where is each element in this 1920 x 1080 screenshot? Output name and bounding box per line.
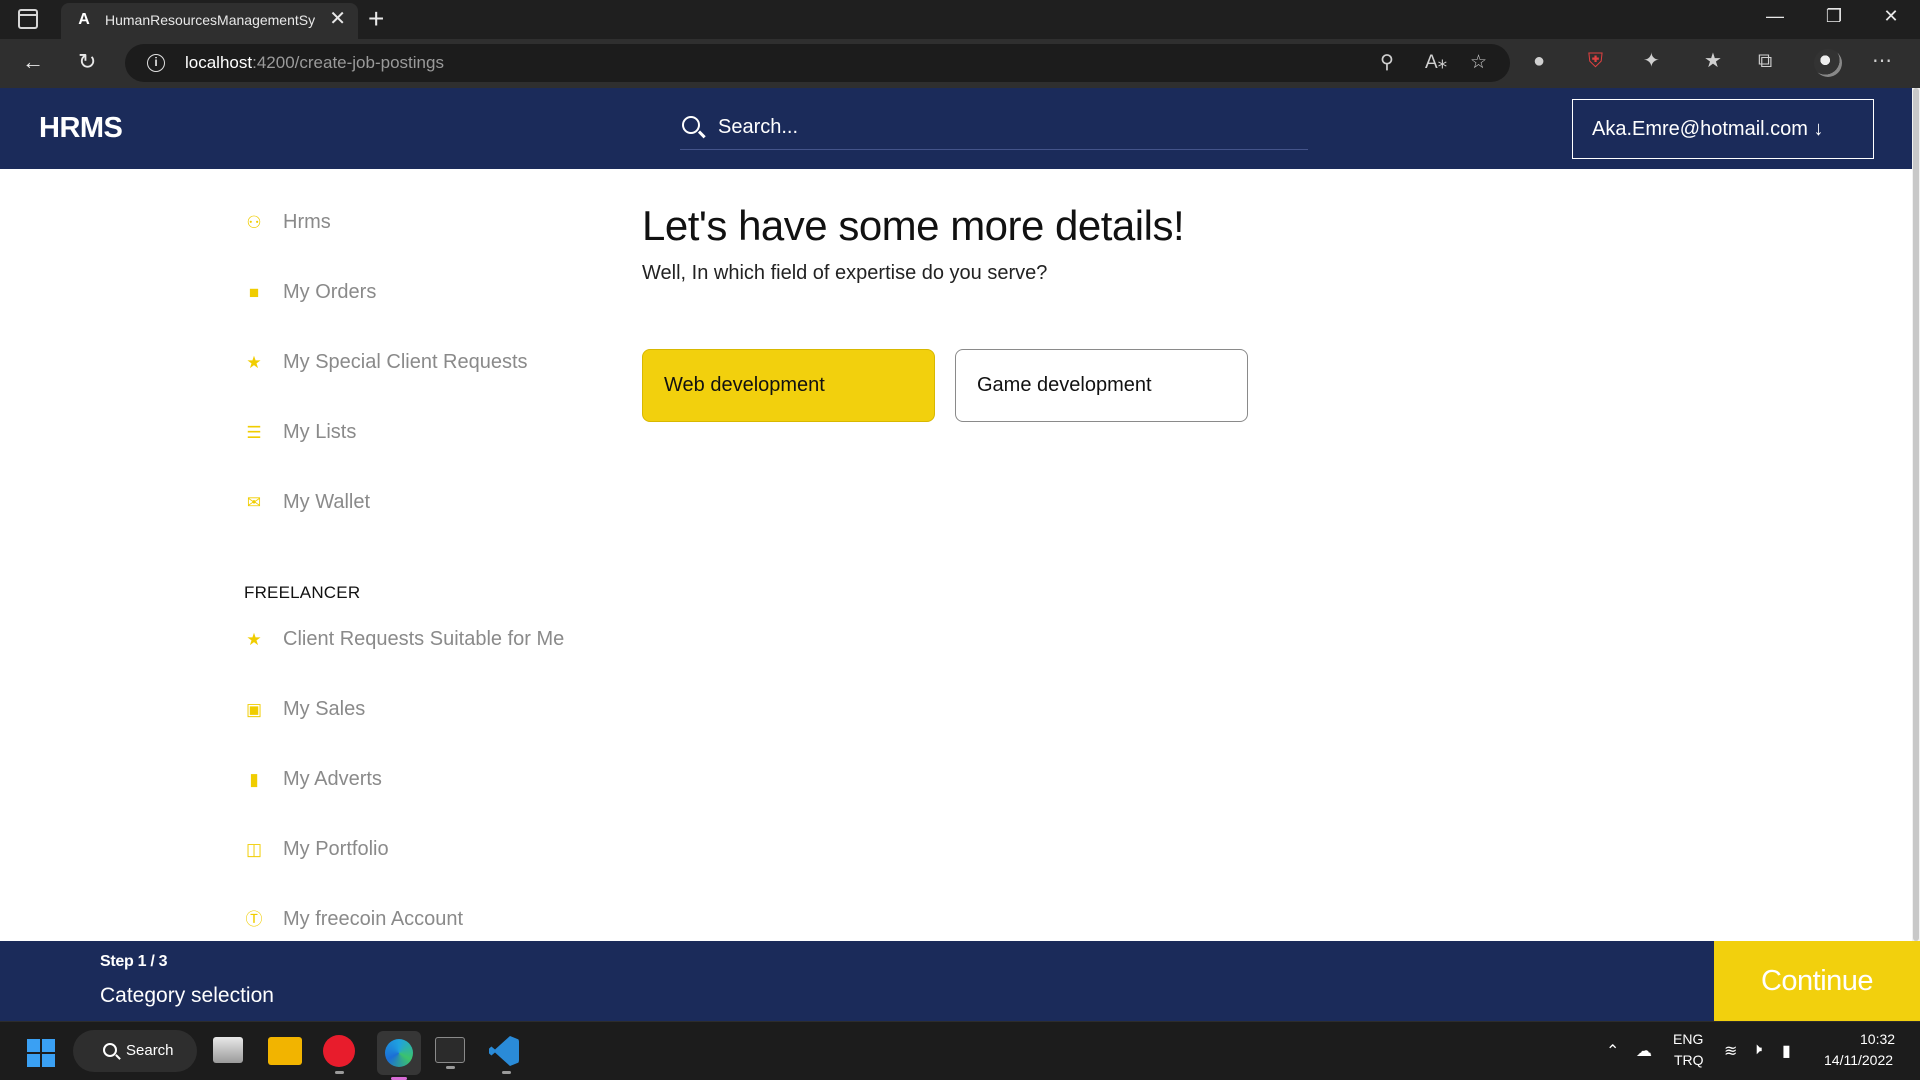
profile-icon[interactable] bbox=[1814, 49, 1842, 77]
shield-extension-icon[interactable]: ⛨ bbox=[1588, 49, 1603, 73]
user-menu-button[interactable]: Aka.Emre@hotmail.com ↓ bbox=[1572, 99, 1874, 159]
chevron-up-icon[interactable]: ⌃ bbox=[1606, 1041, 1619, 1061]
taskbar-search[interactable]: Search bbox=[73, 1030, 197, 1072]
media-player-icon[interactable] bbox=[323, 1035, 355, 1074]
search-box bbox=[680, 114, 1308, 150]
option-web-development[interactable]: Web development bbox=[642, 349, 935, 422]
page-scrollbar[interactable] bbox=[1912, 88, 1920, 941]
minimize-icon[interactable]: — bbox=[1752, 6, 1798, 27]
sidebar-item-label: My Special Client Requests bbox=[283, 351, 528, 373]
angular-favicon-icon: A bbox=[78, 11, 90, 28]
refresh-icon[interactable]: ↻ bbox=[78, 49, 96, 75]
browser-tab-bar: A HumanResourcesManagementSy ✕ + — ❐ ✕ bbox=[0, 0, 1920, 39]
keyboard-layout[interactable]: TRQ bbox=[1674, 1052, 1704, 1068]
browser-nav-bar: ← ↻ i localhost:4200/create-job-postings… bbox=[0, 39, 1920, 88]
step-footer: Step 1 / 3 Category selection Continue bbox=[0, 941, 1920, 1021]
page-subtitle: Well, In which field of expertise do you… bbox=[642, 262, 1048, 284]
browser-tab[interactable]: A HumanResourcesManagementSy ✕ bbox=[61, 3, 358, 39]
step-count: Step 1 / 3 bbox=[100, 953, 168, 970]
store-icon: ▣ bbox=[245, 700, 263, 719]
sidebar-item-label: My Lists bbox=[283, 421, 357, 443]
new-tab-icon[interactable]: + bbox=[368, 4, 384, 34]
info-icon[interactable]: i bbox=[147, 54, 165, 72]
option-game-development[interactable]: Game development bbox=[955, 349, 1248, 422]
taskbar-search-label: Search bbox=[126, 1042, 174, 1059]
battery-icon[interactable]: ▮ bbox=[1782, 1041, 1791, 1061]
tab-close-icon[interactable]: ✕ bbox=[329, 9, 346, 29]
scrollbar-thumb[interactable] bbox=[1913, 88, 1919, 941]
more-icon[interactable]: ⋯ bbox=[1872, 49, 1892, 73]
sidebar-item-label: My Orders bbox=[283, 281, 377, 303]
sidebar-section-title: FREELANCER bbox=[244, 583, 361, 602]
volume-icon[interactable]: 🕨 bbox=[1752, 1041, 1762, 1059]
running-indicator bbox=[502, 1071, 511, 1074]
search-icon bbox=[103, 1043, 117, 1057]
list-icon: ☰ bbox=[246, 423, 262, 442]
windows-start-icon[interactable] bbox=[27, 1039, 55, 1067]
users-icon: ⚇ bbox=[246, 213, 262, 232]
favorites-icon[interactable]: ★ bbox=[1704, 49, 1722, 73]
document-icon: ▮ bbox=[249, 770, 259, 789]
page-title: Let's have some more details! bbox=[642, 202, 1185, 249]
sidebar-item-label: My Portfolio bbox=[283, 838, 389, 860]
back-icon[interactable]: ← bbox=[22, 49, 44, 75]
url-text[interactable]: localhost:4200/create-job-postings bbox=[185, 53, 444, 73]
sidebar-item-label: Client Requests Suitable for Me bbox=[283, 628, 565, 650]
star-icon: ★ bbox=[246, 353, 262, 372]
close-window-icon[interactable]: ✕ bbox=[1868, 6, 1914, 27]
step-name: Category selection bbox=[100, 984, 274, 1007]
url-host: localhost bbox=[185, 53, 253, 72]
taskbar: Search ⌃ ☁ ENG TRQ ≋ 🕨 ▮ 10:32 14/11/202… bbox=[0, 1021, 1920, 1080]
search-icon bbox=[682, 116, 700, 134]
file-explorer-icon[interactable] bbox=[268, 1037, 302, 1065]
terminal-icon[interactable] bbox=[435, 1037, 465, 1069]
language-indicator[interactable]: ENG bbox=[1673, 1031, 1703, 1047]
edge-logo-icon bbox=[385, 1039, 413, 1067]
coin-icon: Ⓣ bbox=[245, 910, 263, 929]
book-icon: ◫ bbox=[245, 840, 263, 859]
sidebar-item-label: My freecoin Account bbox=[283, 908, 464, 930]
search-input[interactable] bbox=[718, 116, 1278, 139]
sidebar-item-label: My Wallet bbox=[283, 491, 371, 513]
vscode-icon[interactable] bbox=[489, 1036, 519, 1066]
sidebar-item-label: My Adverts bbox=[283, 768, 382, 790]
collections-icon[interactable]: ⧉ bbox=[1758, 49, 1772, 73]
sidebar-item-label: Hrms bbox=[283, 211, 331, 233]
restore-icon[interactable]: ❐ bbox=[1811, 6, 1857, 27]
brand-logo[interactable]: HRMS bbox=[39, 112, 123, 145]
edge-browser-icon[interactable] bbox=[377, 1031, 421, 1080]
add-favorite-icon[interactable]: ☆ bbox=[1470, 51, 1487, 74]
wifi-icon[interactable]: ≋ bbox=[1724, 1041, 1737, 1061]
tab-title: HumanResourcesManagementSy bbox=[105, 12, 315, 28]
continue-button[interactable]: Continue bbox=[1714, 941, 1920, 1021]
key-icon[interactable]: ⚲ bbox=[1380, 51, 1394, 74]
puzzle-icon[interactable]: ✦ bbox=[1643, 49, 1660, 73]
tab-actions-icon[interactable] bbox=[18, 9, 38, 29]
onedrive-icon[interactable]: ☁ bbox=[1636, 1041, 1652, 1061]
sidebar-item-label: My Sales bbox=[283, 698, 366, 720]
bag-icon: ■ bbox=[248, 283, 260, 302]
running-indicator bbox=[446, 1066, 455, 1069]
star-icon: ★ bbox=[246, 630, 262, 649]
extension-icon[interactable]: ● bbox=[1533, 49, 1545, 73]
clock-date[interactable]: 14/11/2022 bbox=[1824, 1052, 1893, 1068]
read-aloud-icon[interactable]: A⁎ bbox=[1425, 51, 1447, 74]
clock-time[interactable]: 10:32 bbox=[1860, 1031, 1895, 1047]
address-bar[interactable]: i localhost:4200/create-job-postings ⚲ A… bbox=[125, 44, 1510, 82]
app-header: HRMS Aka.Emre@hotmail.com ↓ bbox=[0, 88, 1920, 169]
running-indicator bbox=[335, 1071, 344, 1074]
task-view-icon[interactable] bbox=[213, 1037, 243, 1063]
wallet-icon: ✉ bbox=[246, 493, 262, 512]
url-path: :4200/create-job-postings bbox=[252, 53, 444, 72]
